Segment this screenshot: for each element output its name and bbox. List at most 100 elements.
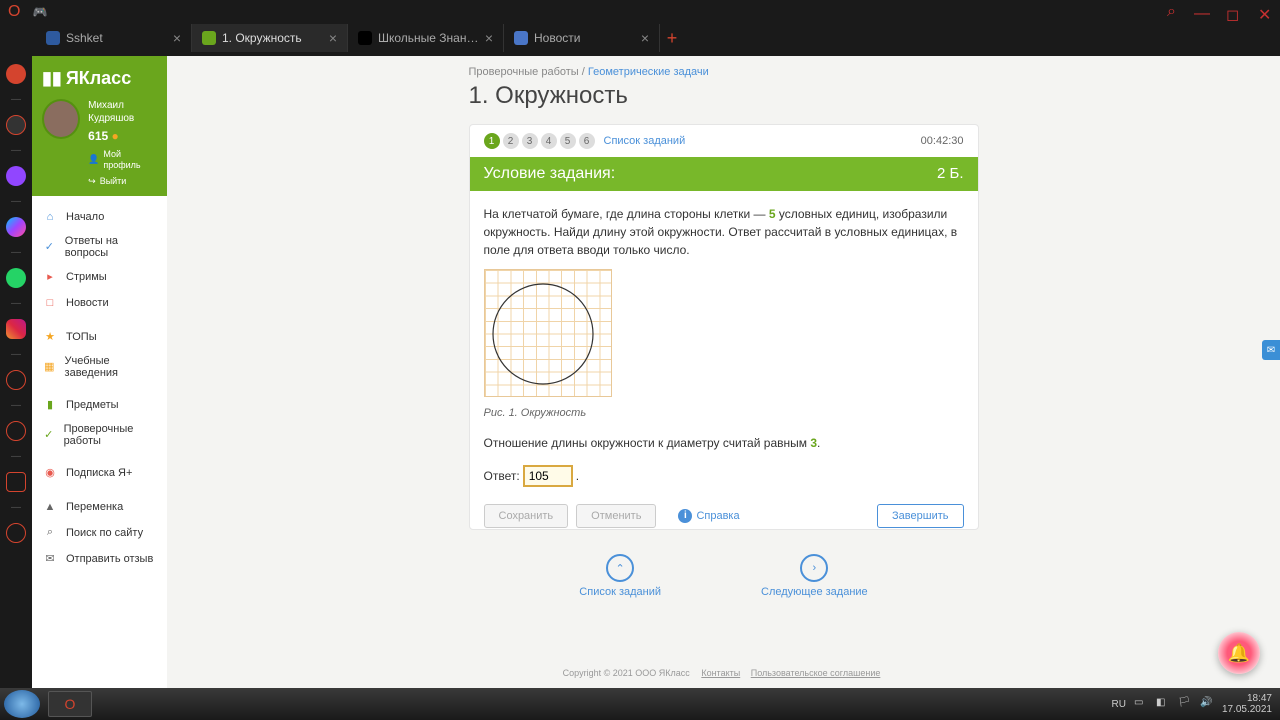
sidebar-item[interactable]: ▦Учебные заведения: [32, 350, 167, 384]
answer-input[interactable]: [524, 466, 572, 486]
taskbar-app-opera[interactable]: O: [48, 691, 92, 717]
sidebar-item[interactable]: ⌕Поиск по сайту: [32, 520, 167, 546]
menu-label: Отправить отзыв: [66, 553, 153, 565]
bottom-nav: ⌃ Список заданий › Следующее задание: [469, 554, 979, 598]
step-5[interactable]: 5: [560, 133, 576, 149]
tab-favicon: [358, 31, 372, 45]
tab-3[interactable]: Новости×: [504, 24, 660, 52]
menu-label: Переменка: [66, 501, 123, 513]
footer-terms[interactable]: Пользовательское соглашение: [751, 668, 881, 678]
opera-icon[interactable]: O: [8, 3, 20, 21]
tab-bar: Sshket×1. Окружность×Школьные Знания.com…: [0, 24, 1280, 52]
footer-contacts[interactable]: Контакты: [701, 668, 740, 678]
tray-flag-icon[interactable]: ▭: [1134, 697, 1148, 711]
cancel-button[interactable]: Отменить: [576, 504, 656, 528]
sidebar-item[interactable]: ★ТОПы: [32, 324, 167, 350]
step-bar: 123456 Список заданий 00:42:30: [470, 125, 978, 157]
menu-icon: ▲: [42, 499, 58, 515]
start-button[interactable]: [4, 690, 40, 718]
sidebar-item[interactable]: ✓Проверочные работы: [32, 418, 167, 452]
sidebar-item[interactable]: ▸Стримы: [32, 264, 167, 290]
tab-close-icon[interactable]: ×: [173, 30, 181, 46]
logo[interactable]: ▮▮ ЯКласс: [42, 68, 157, 89]
sidebar-item[interactable]: □Новости: [32, 290, 167, 316]
chevron-right-icon: ›: [800, 554, 828, 582]
tab-label: Школьные Знания.com - П: [378, 31, 479, 45]
step-list-link[interactable]: Список заданий: [604, 135, 686, 147]
close-icon[interactable]: ✕: [1258, 5, 1272, 19]
nav-next[interactable]: › Следующее задание: [761, 554, 868, 598]
os-titlebar: O 🎮 ⌕ — ◻ ✕: [0, 0, 1280, 24]
tab-favicon: [202, 31, 216, 45]
search-icon[interactable]: ⌕: [1167, 3, 1176, 21]
footer: Copyright © 2021 ООО ЯКласс Контакты Пол…: [469, 668, 979, 688]
step-6[interactable]: 6: [579, 133, 595, 149]
tab-0[interactable]: Sshket ×: [36, 24, 192, 52]
activity-bar: — — — — — — — — —: [0, 56, 32, 688]
my-profile-link[interactable]: 👤 Мой профиль: [88, 149, 157, 172]
figure-caption: Рис. 1. Окружность: [484, 405, 964, 422]
menu-icon: ▮: [42, 397, 58, 413]
act-gear[interactable]: [6, 523, 26, 543]
help-button[interactable]: iСправка: [664, 504, 753, 528]
finish-button[interactable]: Завершить: [877, 504, 963, 528]
step-2[interactable]: 2: [503, 133, 519, 149]
figure: [484, 269, 612, 397]
menu-icon: ✉: [42, 551, 58, 567]
info-icon: i: [678, 509, 692, 523]
step-1[interactable]: 1: [484, 133, 500, 149]
tab-close-icon[interactable]: ×: [485, 30, 493, 46]
tray-security-icon[interactable]: ◧: [1156, 697, 1170, 711]
tab-close-icon[interactable]: ×: [329, 30, 337, 46]
timer: 00:42:30: [921, 135, 964, 147]
tray-net-icon[interactable]: 🏳: [1178, 697, 1192, 711]
logout-link[interactable]: ↪ Выйти: [88, 176, 157, 188]
breadcrumb-link[interactable]: Геометрические задачи: [588, 66, 709, 78]
act-twitch[interactable]: [6, 166, 26, 186]
menu-icon: ✓: [42, 239, 57, 255]
save-button[interactable]: Сохранить: [484, 504, 569, 528]
step-3[interactable]: 3: [522, 133, 538, 149]
step-4[interactable]: 4: [541, 133, 557, 149]
answer-row: Ответ: .: [484, 466, 964, 486]
act-box[interactable]: [6, 472, 26, 492]
tab-1[interactable]: 1. Окружность×: [192, 24, 348, 52]
maximize-icon[interactable]: ◻: [1226, 5, 1240, 19]
act-record[interactable]: [6, 370, 26, 390]
menu-icon: ✓: [42, 427, 56, 443]
menu-icon: □: [42, 295, 58, 311]
act-clock[interactable]: [6, 421, 26, 441]
sidebar-item[interactable]: ⌂Начало: [32, 204, 167, 230]
tray-volume-icon[interactable]: 🔊: [1200, 697, 1214, 711]
sidebar-item[interactable]: ▮ Предметы: [32, 392, 167, 418]
menu-label: Начало: [66, 211, 104, 223]
feedback-tab[interactable]: ✉: [1262, 340, 1280, 360]
menu-label: Поиск по сайту: [66, 527, 143, 539]
chevron-up-icon: ⌃: [606, 554, 634, 582]
tab-close-icon[interactable]: ×: [641, 30, 649, 46]
tray-lang[interactable]: RU: [1111, 699, 1125, 710]
sidebar-item[interactable]: ▲ Переменка: [32, 494, 167, 520]
main-area: Проверочные работы / Геометрические зада…: [167, 56, 1280, 688]
sidebar-menu: ⌂Начало✓Ответы на вопросы▸Стримы□Новости…: [32, 196, 167, 580]
minimize-icon[interactable]: —: [1194, 5, 1208, 19]
act-messenger[interactable]: [6, 217, 26, 237]
new-tab-button[interactable]: +: [660, 28, 684, 49]
tab-2[interactable]: Школьные Знания.com - П ×: [348, 24, 504, 52]
tab-label: Sshket: [66, 31, 167, 45]
act-folder[interactable]: [6, 115, 26, 135]
notification-bell[interactable]: 🔔: [1218, 632, 1260, 674]
sidebar-item[interactable]: ◉Подписка Я+: [32, 460, 167, 486]
page-title: 1. Окружность: [469, 82, 979, 110]
profile-name: Михаил Кудряшов: [88, 99, 157, 125]
nav-list[interactable]: ⌃ Список заданий: [579, 554, 661, 598]
act-dash[interactable]: [6, 64, 26, 84]
discord-icon[interactable]: 🎮: [32, 5, 47, 19]
menu-label: Предметы: [66, 399, 119, 411]
tray-clock[interactable]: 18:47 17.05.2021: [1222, 693, 1272, 715]
sidebar-item[interactable]: ✉ Отправить отзыв: [32, 546, 167, 572]
sidebar-item[interactable]: ✓Ответы на вопросы: [32, 230, 167, 264]
act-whatsapp[interactable]: [6, 268, 26, 288]
avatar[interactable]: [42, 99, 80, 139]
act-instagram[interactable]: [6, 319, 26, 339]
